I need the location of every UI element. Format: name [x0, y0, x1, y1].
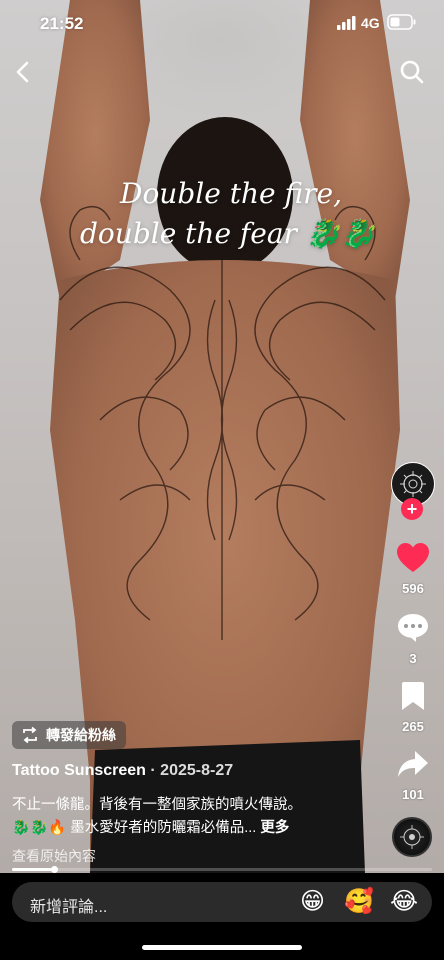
post-date: 2025-8-27 [160, 762, 234, 779]
author-name[interactable]: Tattoo Sunscreen [12, 762, 146, 779]
bookmark-icon [402, 682, 424, 710]
share-count: 101 [402, 787, 424, 802]
battery-icon [387, 14, 416, 30]
comment-icon [398, 614, 428, 642]
progress-fill [12, 868, 54, 871]
quick-emoji-love[interactable]: 🥰 [344, 888, 374, 916]
overlay-line-2-text: double the fear [80, 217, 297, 250]
music-disc[interactable] [392, 817, 432, 857]
quick-emoji-laugh[interactable]: 😂 [390, 888, 418, 916]
network-type: 4G [361, 15, 380, 31]
comment-input-placeholder[interactable]: 新增評論... [30, 893, 107, 917]
search-icon [400, 60, 424, 84]
back-button[interactable] [8, 56, 40, 88]
comment-button[interactable]: 3 [389, 612, 437, 666]
music-disc-mandala-icon [400, 825, 424, 849]
share-button[interactable]: 101 [389, 748, 437, 802]
repost-icon [23, 726, 37, 744]
like-count: 596 [402, 581, 424, 596]
share-arrow-icon [398, 751, 428, 777]
comment-count: 3 [409, 651, 417, 666]
repost-to-followers-button[interactable]: 轉發給粉絲 [12, 721, 126, 749]
date-separator: · [145, 762, 161, 779]
search-button[interactable] [396, 56, 428, 88]
overlay-line-2: double the fear 🐉🐉 [70, 214, 390, 254]
status-bar: 21:52 4G [0, 0, 444, 50]
quick-emoji-grin[interactable]: 😁 [300, 888, 325, 916]
like-button[interactable]: 596 [389, 542, 437, 596]
save-count: 265 [402, 719, 424, 734]
description-line-2: 🐉🐉🔥 墨水愛好者的防曬霜必備品... 更多 [12, 817, 372, 840]
chevron-left-icon [16, 61, 29, 83]
overlay-emoji: 🐉🐉 [305, 217, 376, 250]
comment-input-bar[interactable]: 新增評論... 😁 🥰 😂 [12, 882, 432, 922]
video-text-overlay: Double the fire, double the fear 🐉🐉 [70, 174, 390, 254]
cellular-signal-icon [337, 16, 356, 30]
view-original-link[interactable]: 查看原始內容 [12, 846, 96, 866]
description-line-1: 不止一條龍。背後有一整個家族的噴火傳說。 [12, 797, 302, 813]
description-line-2-text: 🐉🐉🔥 墨水愛好者的防曬霜必備品... [12, 820, 257, 836]
more-link[interactable]: 更多 [260, 820, 289, 836]
home-indicator[interactable] [142, 945, 302, 950]
repost-label: 轉發給粉絲 [46, 727, 116, 743]
status-time: 21:52 [40, 14, 84, 33]
follow-button[interactable]: + [401, 498, 423, 520]
heart-icon [397, 543, 429, 572]
overlay-line-1: Double the fire, [120, 177, 342, 210]
progress-knob[interactable] [51, 866, 58, 873]
playback-progress-bar[interactable] [12, 866, 432, 873]
save-button[interactable]: 265 [389, 680, 437, 734]
author-line: Tattoo Sunscreen · 2025-8-27 [12, 762, 233, 780]
post-description[interactable]: 不止一條龍。背後有一整個家族的噴火傳說。 🐉🐉🔥 墨水愛好者的防曬霜必備品...… [12, 794, 372, 840]
